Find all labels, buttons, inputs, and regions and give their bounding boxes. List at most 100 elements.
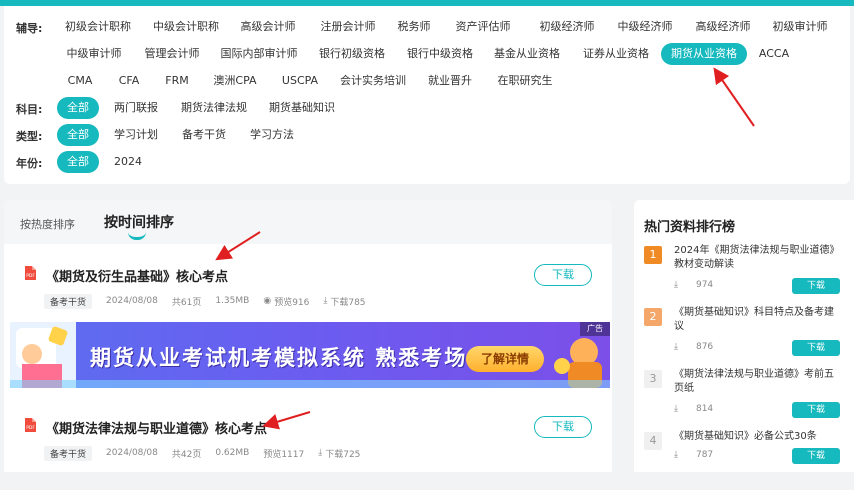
filter-option[interactable]: 中级审计师 [57, 43, 132, 65]
download-icon: ⤓ [674, 450, 678, 460]
download-button[interactable]: 下载 [534, 264, 592, 286]
rank-download-button[interactable]: 下载 [792, 340, 840, 356]
views-icon: ◉ [263, 296, 272, 306]
filter-option[interactable]: 期货基础知识 [259, 97, 345, 119]
filter-panel: 辅导: 初级会计职称 中级会计职称 高级会计师 注册会计师 税务师 资产评估师 初级经济师中… [4, 6, 850, 184]
filter-option[interactable]: 银行中级资格 [397, 43, 483, 65]
subject-label: 科目: [16, 103, 43, 116]
filter-option[interactable]: CFA [109, 70, 150, 92]
filter-option[interactable]: 学习计划 [104, 124, 168, 146]
filter-option[interactable]: 在职研究生 [488, 70, 563, 92]
filter-option[interactable]: USCPA [272, 70, 328, 92]
filter-option[interactable]: 全部 [57, 124, 99, 146]
tutor-label: 辅导: [16, 22, 43, 35]
download-count: 876 [695, 342, 714, 352]
rank-download-count: ⤓ 974 [674, 280, 713, 290]
filter-option[interactable]: 就业晋升 [418, 70, 482, 92]
ranking-title: 热门资料排行榜 [644, 220, 736, 235]
filter-option[interactable]: 学习方法 [240, 124, 304, 146]
pdf-icon: PDF [25, 418, 36, 432]
ad-headline: 期货从业考试机考模拟系统 熟悉考场 [90, 346, 468, 370]
filter-option[interactable]: 证券从业资格 [573, 43, 659, 65]
view-count: 预览1117 [263, 449, 305, 460]
filter-option[interactable]: 全部 [57, 97, 99, 119]
rank-title[interactable]: 《期货基础知识》必备公式30条 [674, 430, 842, 444]
filter-option[interactable]: 会计实务培训 [330, 70, 416, 92]
filter-option[interactable]: 税务师 [388, 16, 441, 38]
ad-banner[interactable]: 期货从业考试机考模拟系统 熟悉考场 了解详情 广告 [10, 322, 610, 388]
filter-option[interactable]: 备考干货 [172, 124, 236, 146]
category-tag: 备考干货 [44, 293, 93, 309]
rank-download-button[interactable]: 下载 [792, 278, 840, 294]
ad-figure-illustration [554, 338, 602, 388]
ad-bottom-strip [10, 380, 610, 388]
filter-option[interactable]: 资产评估师 [446, 16, 521, 38]
date: 2024/08/08 [106, 448, 158, 458]
filter-option[interactable]: 高级会计师 [231, 16, 306, 38]
hot-ranking-panel: 热门资料排行榜 1 2024年《期货法律法规与职业道德》教材变动解读 ⤓ 974 下载 2… [634, 200, 854, 472]
item-meta: 备考干货 2024/08/08 共61页 1.35MB ◉ 预览916 ⤓ 下载… [44, 293, 366, 309]
filter-option[interactable]: 初级审计师 [763, 16, 838, 38]
filter-option[interactable]: 全部 [57, 151, 99, 173]
filter-option[interactable]: 中级会计职称 [143, 16, 229, 38]
filter-option[interactable]: 注册会计师 [311, 16, 386, 38]
file-size: 0.62MB [215, 448, 250, 458]
rank-title[interactable]: 《期货基础知识》科目特点及备考建议 [674, 306, 842, 334]
ad-illustration [10, 322, 76, 388]
filter-option[interactable]: 高级经济师 [686, 16, 761, 38]
rank-download-button[interactable]: 下载 [792, 448, 840, 464]
pdf-icon: PDF [25, 266, 36, 280]
rank-title[interactable]: 《期货法律法规与职业道德》考前五页纸 [674, 368, 842, 396]
filter-option[interactable]: 中级经济师 [608, 16, 683, 38]
filter-option[interactable]: CMA [58, 70, 103, 92]
ranking-item: 2 《期货基础知识》科目特点及备考建议 ⤓ 876 下载 [634, 306, 854, 366]
filter-option[interactable]: FRM [155, 70, 198, 92]
ranking-item: 1 2024年《期货法律法规与职业道德》教材变动解读 ⤓ 974 下载 [634, 244, 854, 304]
list-item: PDF 《期货及衍生品基础》核心考点 下载 备考干货 2024/08/08 共6… [4, 252, 612, 322]
item-title[interactable]: 《期货及衍生品基础》核心考点 [46, 266, 228, 285]
download-button[interactable]: 下载 [534, 416, 592, 438]
download-count: 814 [695, 404, 714, 414]
item-title[interactable]: 《期货法律法规与职业道德》核心考点 [46, 418, 267, 437]
filter-option[interactable]: 期货从业资格 [661, 43, 747, 65]
ranking-item: 3 《期货法律法规与职业道德》考前五页纸 ⤓ 814 下载 [634, 368, 854, 428]
rank-number: 4 [644, 432, 662, 450]
download-icon: ⤓ [674, 404, 678, 414]
download-icon: ⤓ [318, 448, 323, 458]
filter-option[interactable]: 初级会计职称 [55, 16, 141, 38]
filter-option[interactable]: 银行初级资格 [309, 43, 395, 65]
year-label: 年份: [16, 157, 43, 170]
ranking-item: 4 《期货基础知识》必备公式30条 ⤓ 787 下载 [634, 430, 854, 490]
sort-by-popularity[interactable]: 按热度排序 [20, 216, 75, 232]
ad-details-button[interactable]: 了解详情 [466, 346, 544, 372]
sort-by-time[interactable]: 按时间排序 [104, 212, 174, 232]
svg-text:PDF: PDF [26, 425, 35, 431]
filter-option[interactable]: 2024 [104, 151, 152, 173]
file-size: 1.35MB [215, 296, 250, 306]
type-label: 类型: [16, 130, 43, 143]
download-count: 974 [695, 280, 714, 290]
filter-option[interactable]: 初级经济师 [530, 16, 605, 38]
filter-option[interactable]: 基金从业资格 [484, 43, 570, 65]
category-tag: 备考干货 [44, 445, 93, 461]
filter-option[interactable]: 两门联报 [104, 97, 168, 119]
list-item: PDF 《期货法律法规与职业道德》核心考点 下载 备考干货 2024/08/08… [4, 404, 612, 472]
rank-download-button[interactable]: 下载 [792, 402, 840, 418]
filter-option[interactable]: 期货法律法规 [171, 97, 257, 119]
download-icon: ⤓ [323, 296, 328, 306]
ad-person-illustration [16, 326, 68, 388]
filter-option[interactable]: ACCA [749, 43, 799, 65]
filter-option[interactable]: 国际内部审计师 [211, 43, 308, 65]
filter-option[interactable]: 管理会计师 [135, 43, 210, 65]
rank-download-count: ⤓ 876 [674, 342, 713, 352]
sort-active-indicator [128, 232, 146, 240]
date: 2024/08/08 [106, 296, 158, 306]
download-count: 下载725 [325, 449, 361, 460]
download-icon: ⤓ [674, 280, 678, 290]
rank-title[interactable]: 2024年《期货法律法规与职业道德》教材变动解读 [674, 244, 842, 272]
sort-bar: 按热度排序 按时间排序 [4, 200, 612, 244]
filter-option[interactable]: 澳洲CPA [203, 70, 266, 92]
svg-text:PDF: PDF [26, 273, 35, 279]
download-count: 下载785 [330, 297, 366, 308]
rank-download-count: ⤓ 787 [674, 450, 713, 460]
